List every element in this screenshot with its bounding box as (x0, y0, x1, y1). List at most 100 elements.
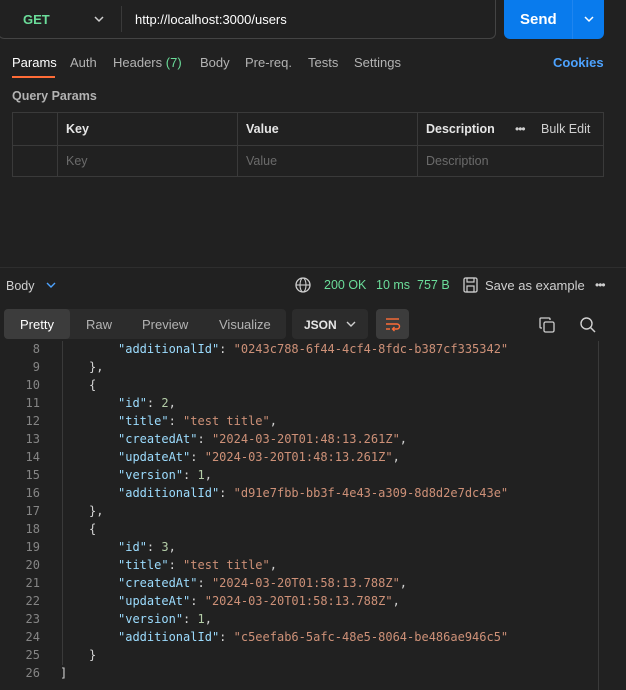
json-value: "test title" (183, 558, 270, 572)
response-divider (0, 267, 626, 268)
tab-pretty[interactable]: Pretty (20, 317, 54, 332)
line-number: 21 (25, 576, 40, 590)
json-key-name: createdAt (125, 576, 191, 590)
cookies-link[interactable]: Cookies (553, 55, 604, 70)
code-line: 18 { (0, 520, 598, 538)
json-value: "0243c788-6f44-4cf4-8fdc-b387cf335342" (233, 342, 509, 356)
line-number: 10 (25, 378, 40, 392)
editor-scrollbar[interactable] (598, 341, 599, 690)
json-value: 1 (197, 612, 205, 626)
code-text: "title": "test title", (118, 556, 277, 574)
json-key: " (161, 414, 169, 428)
description-input[interactable]: Description (426, 154, 489, 168)
json-key: " (175, 612, 184, 626)
line-number: 25 (25, 648, 40, 662)
code-punct: : (183, 612, 198, 626)
code-punct: , (399, 432, 408, 446)
tab-body[interactable]: Body (200, 55, 230, 70)
method-selector[interactable]: GET (23, 12, 50, 27)
key-input[interactable]: Key (66, 154, 88, 168)
json-key: " (190, 432, 198, 446)
url-input[interactable]: http://localhost:3000/users (135, 12, 287, 27)
json-key-name: id (125, 396, 140, 410)
code-punct: , (399, 576, 408, 590)
code-punct: : (190, 450, 205, 464)
chevron-down-icon[interactable] (582, 12, 596, 26)
code-punct: : (190, 594, 205, 608)
json-key-name: updateAt (125, 450, 184, 464)
value-input[interactable]: Value (246, 154, 277, 168)
response-body-selector[interactable]: Body (6, 279, 35, 293)
line-number: 16 (25, 486, 40, 500)
search-icon[interactable] (579, 316, 596, 333)
line-number: 22 (25, 594, 40, 608)
bulk-edit-button[interactable]: Bulk Edit (541, 122, 590, 136)
json-value: 2 (161, 396, 169, 410)
line-number: 24 (25, 630, 40, 644)
code-punct: : (219, 342, 234, 356)
json-key-name: updateAt (125, 594, 184, 608)
line-number: 13 (25, 432, 40, 446)
chevron-down-icon[interactable] (45, 279, 57, 291)
response-size[interactable]: 757 B (417, 278, 450, 292)
code-punct: , (392, 594, 400, 608)
save-as-example-button[interactable]: Save as example (485, 278, 585, 293)
copy-icon[interactable] (539, 317, 555, 333)
json-key-name: title (125, 558, 162, 572)
code-punct: : (219, 630, 234, 644)
line-number: 23 (25, 612, 40, 626)
tab-headers-label: Headers (113, 55, 163, 70)
json-key: " (175, 468, 184, 482)
chevron-down-icon[interactable] (345, 318, 357, 330)
tab-visualize[interactable]: Visualize (219, 317, 271, 332)
tab-settings[interactable]: Settings (354, 55, 401, 70)
code-text: } (89, 646, 96, 664)
json-key-name: createdAt (125, 432, 191, 446)
line-number: 18 (25, 522, 40, 536)
column-header-description: Description (426, 122, 495, 136)
save-icon[interactable] (463, 277, 478, 293)
status-code[interactable]: 200 OK (324, 278, 366, 292)
code-punct: , (168, 396, 176, 410)
tab-auth[interactable]: Auth (70, 55, 97, 70)
json-key-name: additionalId (125, 342, 212, 356)
json-value: "c5eefab6-5afc-48e5-8064-be486ae946c5" (233, 630, 509, 644)
code-punct: : (219, 486, 234, 500)
code-punct: , (168, 540, 176, 554)
response-body-editor[interactable]: 8 "additionalId": "0243c788-6f44-4cf4-8fd… (0, 341, 598, 690)
json-key: " (161, 558, 169, 572)
globe-icon[interactable] (294, 276, 312, 294)
send-button[interactable]: Send (504, 0, 604, 39)
code-punct: ] (60, 666, 68, 680)
code-text: "createdAt": "2024-03-20T01:48:13.261Z", (118, 430, 407, 448)
more-icon[interactable]: ••• (515, 122, 526, 136)
code-line: 23 "version": 1, (0, 610, 598, 628)
code-line: 24 "additionalId": "c5eefab6-5afc-48e5-80… (0, 628, 598, 646)
request-url-bar: GET http://localhost:3000/users (0, 0, 496, 39)
send-button-label: Send (520, 11, 557, 28)
response-time[interactable]: 10 ms (376, 278, 410, 292)
json-key-name: title (125, 414, 162, 428)
tab-headers[interactable]: Headers (7) (113, 55, 182, 70)
code-line: 17}, (0, 502, 598, 520)
tab-params[interactable]: Params (12, 55, 57, 70)
json-key-name: additionalId (125, 630, 212, 644)
code-line: 13 "createdAt": "2024-03-20T01:48:13.261Z… (0, 430, 598, 448)
code-text: }, (89, 502, 103, 520)
column-divider (417, 113, 418, 176)
more-icon[interactable]: ••• (595, 278, 606, 292)
code-punct: { (89, 378, 97, 392)
line-number: 14 (25, 450, 40, 464)
tab-tests[interactable]: Tests (308, 55, 338, 70)
tab-preview[interactable]: Preview (142, 317, 188, 332)
tab-raw[interactable]: Raw (86, 317, 112, 332)
code-punct: { (89, 522, 97, 536)
code-punct: , (204, 612, 212, 626)
code-punct: : (146, 396, 162, 410)
chevron-down-icon[interactable] (92, 12, 106, 26)
json-key: " (139, 396, 147, 410)
tab-prereq[interactable]: Pre-req. (245, 55, 292, 70)
column-divider (57, 113, 58, 176)
query-params-table: Key Value Description ••• Bulk Edit Key … (12, 112, 604, 177)
json-value: "2024-03-20T01:48:13.261Z" (204, 450, 393, 464)
